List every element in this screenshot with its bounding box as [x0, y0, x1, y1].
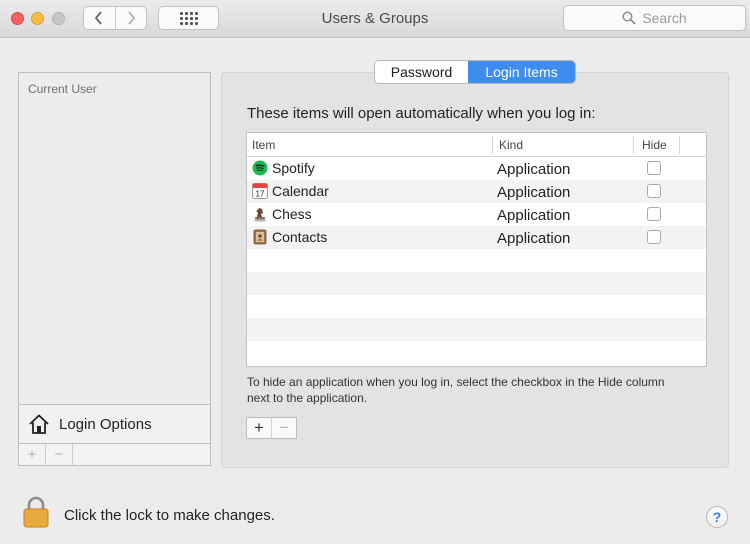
chevron-right-icon — [128, 11, 135, 25]
add-login-item-button[interactable]: + — [247, 418, 272, 438]
empty-row — [247, 341, 706, 364]
close-button[interactable] — [11, 12, 24, 25]
search-placeholder: Search — [642, 10, 687, 26]
title-bar: Users & Groups Search — [0, 0, 750, 38]
column-header-item[interactable]: Item — [252, 138, 275, 152]
item-kind: Application — [497, 161, 571, 178]
show-all-button[interactable] — [158, 6, 219, 30]
item-kind: Application — [497, 230, 571, 247]
remove-user-button[interactable]: − — [46, 444, 73, 465]
empty-row — [247, 295, 706, 318]
table-row[interactable]: Chess Application — [247, 203, 706, 226]
column-header-hide[interactable]: Hide — [642, 138, 667, 152]
contacts-icon — [253, 229, 267, 245]
add-user-button[interactable]: + — [19, 444, 46, 465]
hide-checkbox[interactable] — [647, 184, 661, 198]
empty-row — [247, 249, 706, 272]
forward-button[interactable] — [114, 7, 147, 29]
item-name: Chess — [272, 206, 312, 222]
user-list[interactable]: Current User — [18, 72, 211, 404]
item-name: Contacts — [272, 229, 328, 245]
hide-checkbox[interactable] — [647, 207, 661, 221]
table-header: Item Kind Hide — [247, 133, 706, 157]
svg-text:17: 17 — [256, 190, 265, 199]
empty-row — [247, 272, 706, 295]
calendar-icon: 17 — [252, 183, 268, 199]
remove-login-item-button[interactable]: − — [272, 418, 296, 438]
tab-bar: Password Login Items — [374, 60, 576, 84]
back-button[interactable] — [84, 7, 115, 29]
navigation-buttons — [83, 6, 147, 30]
login-items-buttons: + − — [246, 417, 297, 439]
lock-button[interactable] — [22, 496, 50, 528]
window-title: Users & Groups — [321, 10, 429, 27]
zoom-button[interactable] — [52, 12, 65, 25]
hide-checkbox[interactable] — [647, 230, 661, 244]
table-row[interactable]: Contacts Application — [247, 226, 706, 249]
lock-icon — [23, 496, 49, 528]
tab-password[interactable]: Password — [375, 61, 469, 83]
login-options-label: Login Options — [59, 415, 152, 433]
hide-checkbox[interactable] — [647, 161, 661, 175]
current-user-header: Current User — [28, 82, 97, 96]
user-list-buttons: + − — [18, 444, 211, 466]
item-name: Spotify — [272, 160, 315, 176]
table-row[interactable]: 17 Calendar Application — [247, 180, 706, 203]
login-options-item[interactable]: Login Options — [18, 404, 211, 444]
tab-login-items[interactable]: Login Items — [468, 61, 575, 83]
table-row[interactable]: Spotify Application — [247, 157, 706, 180]
item-name: Calendar — [272, 183, 329, 199]
hide-hint-text: To hide an application when you log in, … — [247, 375, 665, 405]
chevron-left-icon — [95, 11, 102, 25]
spotify-icon — [252, 160, 268, 176]
lock-message: Click the lock to make changes. — [64, 507, 275, 524]
item-kind: Application — [497, 184, 571, 201]
chess-icon — [254, 208, 266, 222]
help-button[interactable]: ? — [706, 506, 728, 528]
item-kind: Application — [497, 207, 571, 224]
minimize-button[interactable] — [31, 12, 44, 25]
column-header-kind[interactable]: Kind — [499, 138, 523, 152]
house-icon — [29, 414, 49, 434]
login-items-intro: These items will open automatically when… — [247, 105, 596, 122]
empty-row — [247, 318, 706, 341]
login-items-table: Item Kind Hide Spotify Application 17 Ca… — [246, 132, 707, 367]
magnifier-icon — [622, 11, 636, 25]
grid-icon — [179, 11, 198, 25]
search-field[interactable]: Search — [563, 5, 746, 31]
